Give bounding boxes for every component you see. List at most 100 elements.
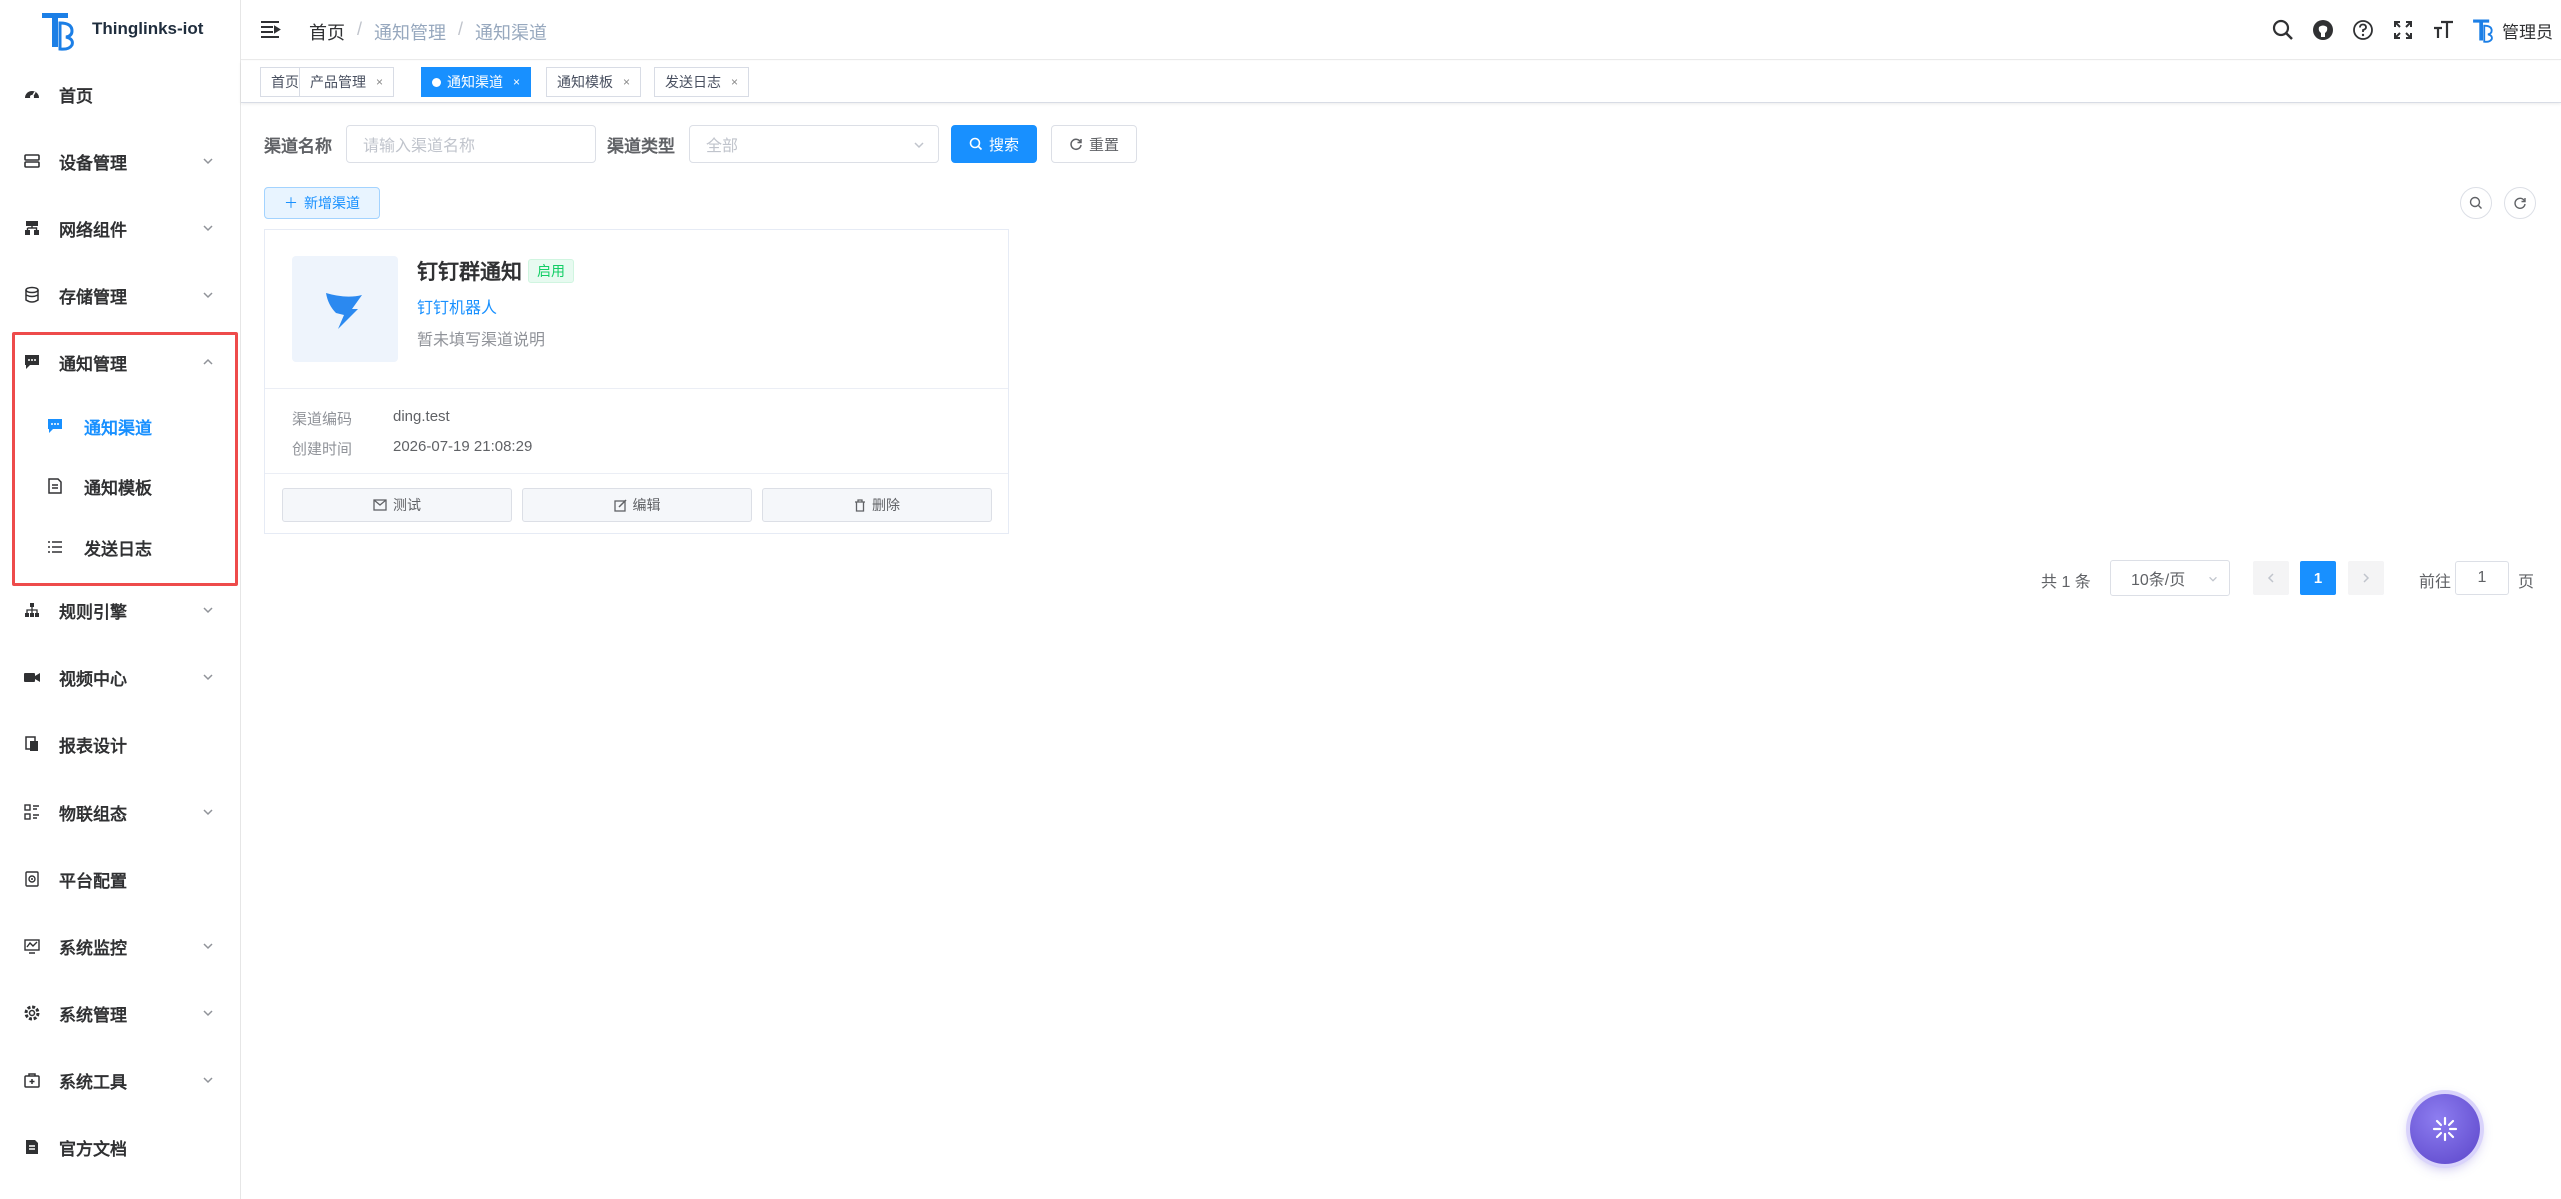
video-icon — [22, 667, 42, 687]
sidebar-item-label: 视频中心 — [59, 669, 127, 689]
chevron-down-icon — [203, 292, 213, 299]
sidebar-item-tools[interactable]: 系统工具 — [0, 1053, 241, 1107]
channel-name-input[interactable]: 请输入渠道名称 — [346, 125, 596, 163]
database-icon — [22, 285, 42, 305]
sidebar-subitem-label: 发送日志 — [84, 539, 152, 559]
tags-view: 首页 产品管理 × 通知渠道 × 通知模板 × 发送日志 × — [241, 61, 2561, 103]
sidebar-item-report[interactable]: 报表设计 — [0, 717, 241, 771]
sidebar-item-label: 平台配置 — [59, 871, 127, 891]
sidebar-item-device[interactable]: 设备管理 — [0, 134, 241, 188]
sidebar-item-label: 存储管理 — [59, 287, 127, 307]
tag-send-log[interactable]: 发送日志 × — [654, 67, 750, 97]
breadcrumb-notification[interactable]: 通知管理 — [374, 19, 446, 45]
chevron-down-icon — [203, 1077, 213, 1084]
sparkle-icon — [2432, 1116, 2458, 1142]
trash-icon — [855, 498, 865, 512]
channel-name-label: 渠道名称 — [264, 137, 332, 156]
toolbox-icon — [22, 1070, 42, 1090]
sidebar-item-storage[interactable]: 存储管理 — [0, 268, 241, 322]
chevron-down-icon — [203, 674, 213, 681]
delete-button[interactable]: 删除 — [762, 488, 992, 522]
prev-page-button[interactable] — [2253, 561, 2289, 595]
sidebar-item-label: 官方文档 — [59, 1139, 127, 1159]
reset-button[interactable]: 重置 — [1051, 125, 1137, 163]
sidebar-item-rule-engine[interactable]: 规则引擎 — [0, 583, 241, 637]
help-icon[interactable] — [2350, 17, 2376, 43]
close-icon[interactable]: × — [731, 75, 738, 89]
field-value: 2026-07-19 21:08:29 — [393, 438, 533, 455]
user-name[interactable]: 管理员 — [2502, 18, 2553, 43]
chevron-left-icon — [2267, 573, 2274, 583]
sidebar-item-label: 系统监控 — [59, 938, 127, 958]
tag-notify-channel[interactable]: 通知渠道 × — [421, 67, 532, 97]
sidebar-item-system[interactable]: 系统管理 — [0, 986, 241, 1040]
app-logo[interactable]: Thinglinks-iot — [0, 0, 241, 60]
refresh-icon — [1070, 138, 1082, 151]
mail-icon — [373, 499, 387, 511]
hamburger-icon[interactable] — [259, 18, 283, 40]
dingtalk-logo — [292, 256, 398, 362]
avatar[interactable] — [2470, 17, 2496, 43]
network-icon — [22, 218, 42, 238]
refresh-icon — [2514, 197, 2526, 209]
sidebar-item-label: 物联组态 — [59, 804, 127, 824]
font-size-icon[interactable] — [2430, 17, 2456, 43]
sidebar-item-label: 报表设计 — [59, 736, 127, 756]
breadcrumb: 首页 / 通知管理 / 通知渠道 — [309, 19, 548, 45]
goto-label: 前往 — [2419, 574, 2452, 591]
sidebar-item-home[interactable]: 首页 — [0, 67, 241, 121]
sidebar-item-label: 系统管理 — [59, 1005, 127, 1025]
divider — [265, 388, 1008, 389]
chevron-down-icon — [2209, 576, 2217, 582]
report-icon — [22, 734, 42, 754]
sidebar-item-label: 首页 — [59, 86, 93, 106]
chevron-down-icon — [203, 1010, 213, 1017]
top-navbar: 首页 / 通知管理 / 通知渠道 管理员 — [241, 0, 2561, 60]
logo-icon — [42, 13, 74, 51]
monitor-icon — [22, 936, 42, 956]
sidebar-item-video[interactable]: 视频中心 — [0, 650, 241, 704]
assistant-float-button[interactable] — [2410, 1094, 2480, 1164]
message-icon — [45, 416, 65, 436]
channel-type-select[interactable]: 全部 — [689, 125, 939, 163]
app-name: Thinglinks-iot — [92, 19, 204, 38]
gear-icon — [22, 1003, 42, 1023]
edit-button[interactable]: 编辑 — [522, 488, 752, 522]
sidebar-item-iot-config[interactable]: 物联组态 — [0, 785, 241, 839]
sidebar-item-network[interactable]: 网络组件 — [0, 201, 241, 255]
close-icon[interactable]: × — [513, 75, 520, 89]
fullscreen-icon[interactable] — [2390, 17, 2416, 43]
sidebar-subitem-send-log[interactable]: 发送日志 — [0, 520, 241, 574]
next-page-button[interactable] — [2348, 561, 2384, 595]
tag-notify-template[interactable]: 通知模板 × — [546, 67, 642, 97]
header-actions: 管理员 — [2270, 14, 2561, 46]
tag-product[interactable]: 产品管理 × — [299, 67, 395, 97]
status-badge: 启用 — [528, 259, 574, 283]
chevron-down-icon — [914, 142, 924, 149]
sidebar-subitem-notify-channel[interactable]: 通知渠道 — [0, 399, 241, 453]
add-channel-button[interactable]: ＋ 新增渠道 — [264, 187, 380, 219]
sidebar-item-label: 系统工具 — [59, 1072, 127, 1092]
test-button[interactable]: 测试 — [282, 488, 512, 522]
sidebar-item-notification[interactable]: 通知管理 — [0, 335, 241, 389]
goto-page-input[interactable]: 1 — [2455, 561, 2509, 595]
refresh-button[interactable] — [2504, 187, 2536, 219]
page-number[interactable]: 1 — [2300, 561, 2336, 595]
search-icon[interactable] — [2270, 17, 2296, 43]
sidebar-item-docs[interactable]: 官方文档 — [0, 1120, 241, 1174]
sidebar-item-monitor[interactable]: 系统监控 — [0, 919, 241, 973]
sidebar-subitem-notify-template[interactable]: 通知模板 — [0, 459, 241, 513]
sidebar-item-label: 网络组件 — [59, 220, 127, 240]
pagination-total: 共 1 条 — [2041, 574, 2091, 591]
channel-type-label: 渠道类型 — [607, 137, 675, 156]
breadcrumb-home[interactable]: 首页 — [309, 19, 345, 45]
search-button[interactable]: 搜索 — [951, 125, 1037, 163]
sidebar-item-platform[interactable]: 平台配置 — [0, 852, 241, 906]
page-size-select[interactable]: 10条/页 — [2110, 560, 2230, 596]
github-icon[interactable] — [2310, 17, 2336, 43]
toggle-search-button[interactable] — [2460, 187, 2492, 219]
close-icon[interactable]: × — [376, 75, 383, 89]
field-value: ding.test — [393, 408, 450, 425]
close-icon[interactable]: × — [623, 75, 630, 89]
device-icon — [22, 151, 42, 171]
